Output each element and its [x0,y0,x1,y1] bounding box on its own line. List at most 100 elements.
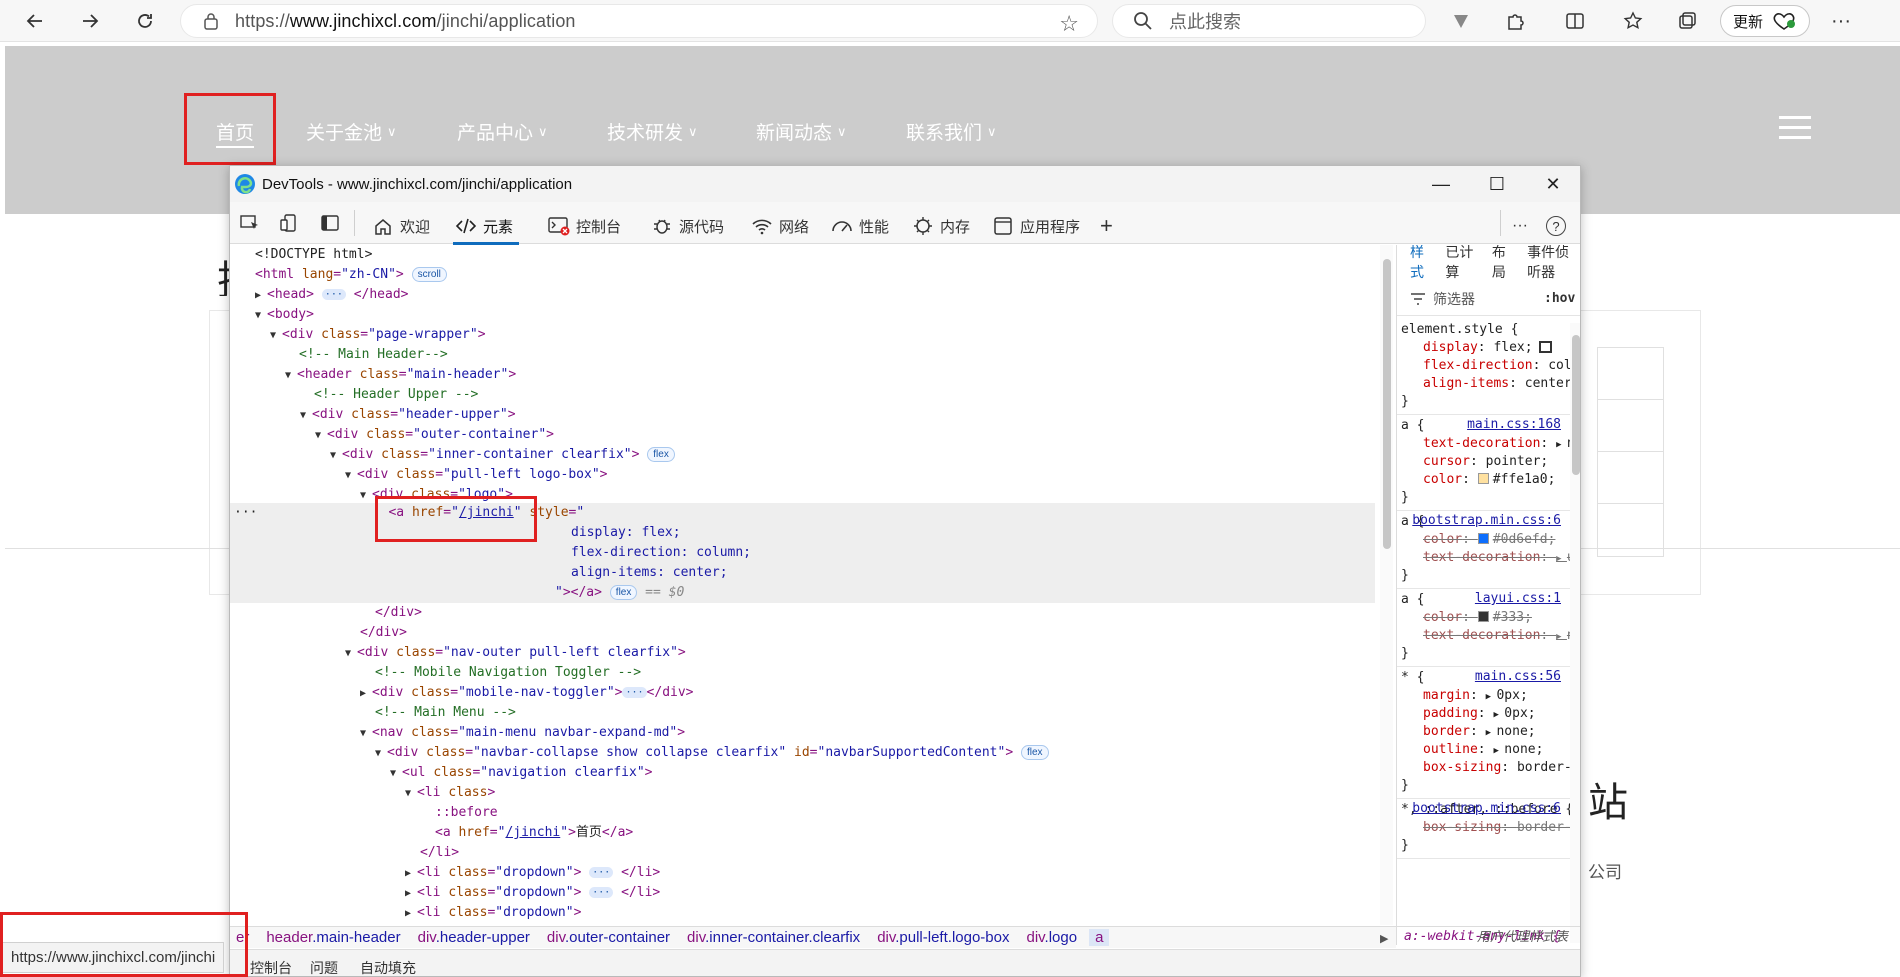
nav-products[interactable]: 产品中心 ∨ [457,118,548,145]
tab-event-listeners[interactable]: 事件侦听器 [1527,245,1580,282]
scroll-badge[interactable]: scroll [411,267,447,282]
color-swatch[interactable] [1477,611,1489,622]
tab-memory[interactable]: 内存 [912,211,970,241]
dom-node[interactable]: ▼ <div class="header-upper"> [230,405,1375,425]
dom-comment[interactable]: <!-- Header Upper --> [230,385,1375,405]
property-name[interactable]: cursor [1423,454,1470,469]
property-name[interactable]: margin [1423,688,1470,703]
dom-comment[interactable]: <!-- Mobile Navigation Toggler --> [230,663,1375,683]
ellipsis-badge[interactable]: ··· [589,867,614,878]
style-property[interactable]: box-sizing: border-box; [1397,819,1580,837]
property-value[interactable]: 0px; [1496,688,1527,703]
tab-welcome[interactable]: 欢迎 [372,211,430,241]
dom-comment[interactable]: <!-- Main Menu --> [230,703,1375,723]
expand-shorthand-icon[interactable]: ▶ [1493,746,1504,756]
favorite-star-icon[interactable]: ☆ [1059,11,1079,37]
collapse-triangle-icon[interactable]: ▼ [285,366,297,386]
dom-node[interactable]: <html lang="zh-CN"> scroll [230,265,1375,285]
dom-node[interactable]: ▼ <div class="navbar-collapse show collap… [230,743,1375,763]
collapse-triangle-icon[interactable]: ▼ [330,446,342,466]
property-name[interactable]: padding [1423,706,1478,721]
hamburger-menu-icon[interactable] [1779,116,1811,140]
devtools-more-button[interactable]: ··· [1512,211,1528,241]
breadcrumb-item[interactable]: header.main-header [266,929,400,946]
breadcrumb-scroll-right-icon[interactable]: ▶ [1380,932,1388,945]
dom-node[interactable]: ▼ <div class="nav-outer pull-left clearfi… [230,643,1375,663]
breadcrumb-item[interactable]: div.header-upper [418,929,530,946]
nav-contact[interactable]: 联系我们 ∨ [906,118,997,145]
minimize-button[interactable]: — [1426,172,1456,196]
property-name[interactable]: text-decoration [1423,436,1540,451]
flex-badge[interactable]: flex [609,585,638,600]
rule-source-link[interactable]: bootstrap.min.css:6 [1412,513,1561,528]
tab-performance[interactable]: 性能 [831,211,889,241]
collapse-triangle-icon[interactable]: ▼ [255,306,267,326]
flex-badge[interactable]: flex [1021,745,1049,760]
property-name[interactable]: border [1423,724,1470,739]
property-name[interactable]: display [1423,340,1478,355]
expand-triangle-icon[interactable]: ▶ [255,286,267,306]
expand-shorthand-icon[interactable]: ▶ [1556,554,1567,564]
close-button[interactable]: ✕ [1538,172,1568,196]
style-property[interactable]: border: ▶ none; [1397,723,1580,741]
expand-triangle-icon[interactable]: ▶ [360,684,372,704]
dom-node[interactable]: ▼ <div class="inner-container clearfix"> … [230,445,1375,465]
property-name[interactable]: box-sizing [1423,760,1501,775]
property-value[interactable]: none; [1496,724,1535,739]
expand-shorthand-icon[interactable]: ▶ [1556,440,1567,450]
collapse-triangle-icon[interactable]: ▼ [315,426,327,446]
scrollbar-thumb[interactable] [1383,259,1391,549]
drawer-tab-console[interactable]: 控制台 [250,958,292,976]
expand-triangle-icon[interactable]: ▶ [405,884,417,904]
dom-node[interactable]: </li> [230,843,1375,863]
breadcrumb-item[interactable]: div.logo [1026,929,1077,946]
add-tab-button[interactable]: + [1100,211,1113,241]
nav-tech[interactable]: 技术研发 ∨ [607,118,698,145]
breadcrumb-item[interactable]: div.inner-container.clearfix [687,929,860,946]
style-property[interactable]: color: #0d6efd; [1397,531,1580,549]
dom-node[interactable]: ▼ <nav class="main-menu navbar-expand-md"… [230,723,1375,743]
property-name[interactable]: flex-direction [1423,358,1533,373]
ellipsis-badge[interactable]: ··· [589,887,614,898]
back-button[interactable] [20,6,50,36]
extensions-button[interactable] [1500,6,1530,36]
tab-network[interactable]: 网络 [751,211,809,241]
devtools-help-button[interactable]: ? [1546,211,1566,241]
styles-scrollbar[interactable] [1570,323,1580,943]
collapse-triangle-icon[interactable]: ▼ [270,326,282,346]
collapse-triangle-icon[interactable]: ▼ [390,764,402,784]
collapse-triangle-icon[interactable]: ▼ [405,784,417,804]
styles-filter[interactable]: 筛选器 :hov [1397,282,1580,316]
tab-application[interactable]: 应用程序 [992,211,1080,241]
style-property[interactable]: align-items: center; [1397,375,1580,393]
node-actions-icon[interactable]: ··· [234,505,257,520]
property-name[interactable]: color [1423,472,1462,487]
dom-node[interactable]: <!DOCTYPE html> [230,245,1375,265]
flexbox-editor-icon[interactable] [1538,341,1552,353]
breadcrumb-item[interactable]: a [1089,929,1110,946]
tab-sources[interactable]: 源代码 [651,211,724,241]
collapse-triangle-icon[interactable]: ▼ [345,644,357,664]
dom-node[interactable]: ▼ <li class> [230,783,1375,803]
tab-layout[interactable]: 布局 [1492,245,1514,282]
dom-node[interactable]: ▼ <body> [230,305,1375,325]
dom-node[interactable]: <a href="/jinchi">首页</a> [230,823,1375,843]
tab-console[interactable]: 控制台 [548,211,621,241]
scrollbar-thumb[interactable] [1572,335,1580,475]
tab-elements[interactable]: 元素 [452,211,520,245]
ellipsis-badge[interactable]: ··· [321,289,346,300]
settings-more-button[interactable]: ··· [1826,6,1856,36]
style-property[interactable]: cursor: pointer; [1397,453,1580,471]
nav-news[interactable]: 新闻动态 ∨ [756,118,847,145]
dom-node[interactable]: </div> [230,623,1375,643]
drawer-tab-issues[interactable]: 问题 [310,958,338,976]
rule-source-link[interactable]: bootstrap.min.css:6 [1412,801,1561,816]
style-property[interactable]: color: #ffe1a0; [1397,471,1580,489]
property-name[interactable]: color [1423,610,1462,625]
favorites-button[interactable] [1618,6,1648,36]
property-value[interactable]: 0px; [1504,706,1535,721]
property-value[interactable]: none; [1504,742,1543,757]
collapse-triangle-icon[interactable]: ▼ [375,744,387,764]
style-property[interactable]: outline: ▶ none; [1397,741,1580,759]
rule-source-link[interactable]: layui.css:1 [1475,591,1561,606]
